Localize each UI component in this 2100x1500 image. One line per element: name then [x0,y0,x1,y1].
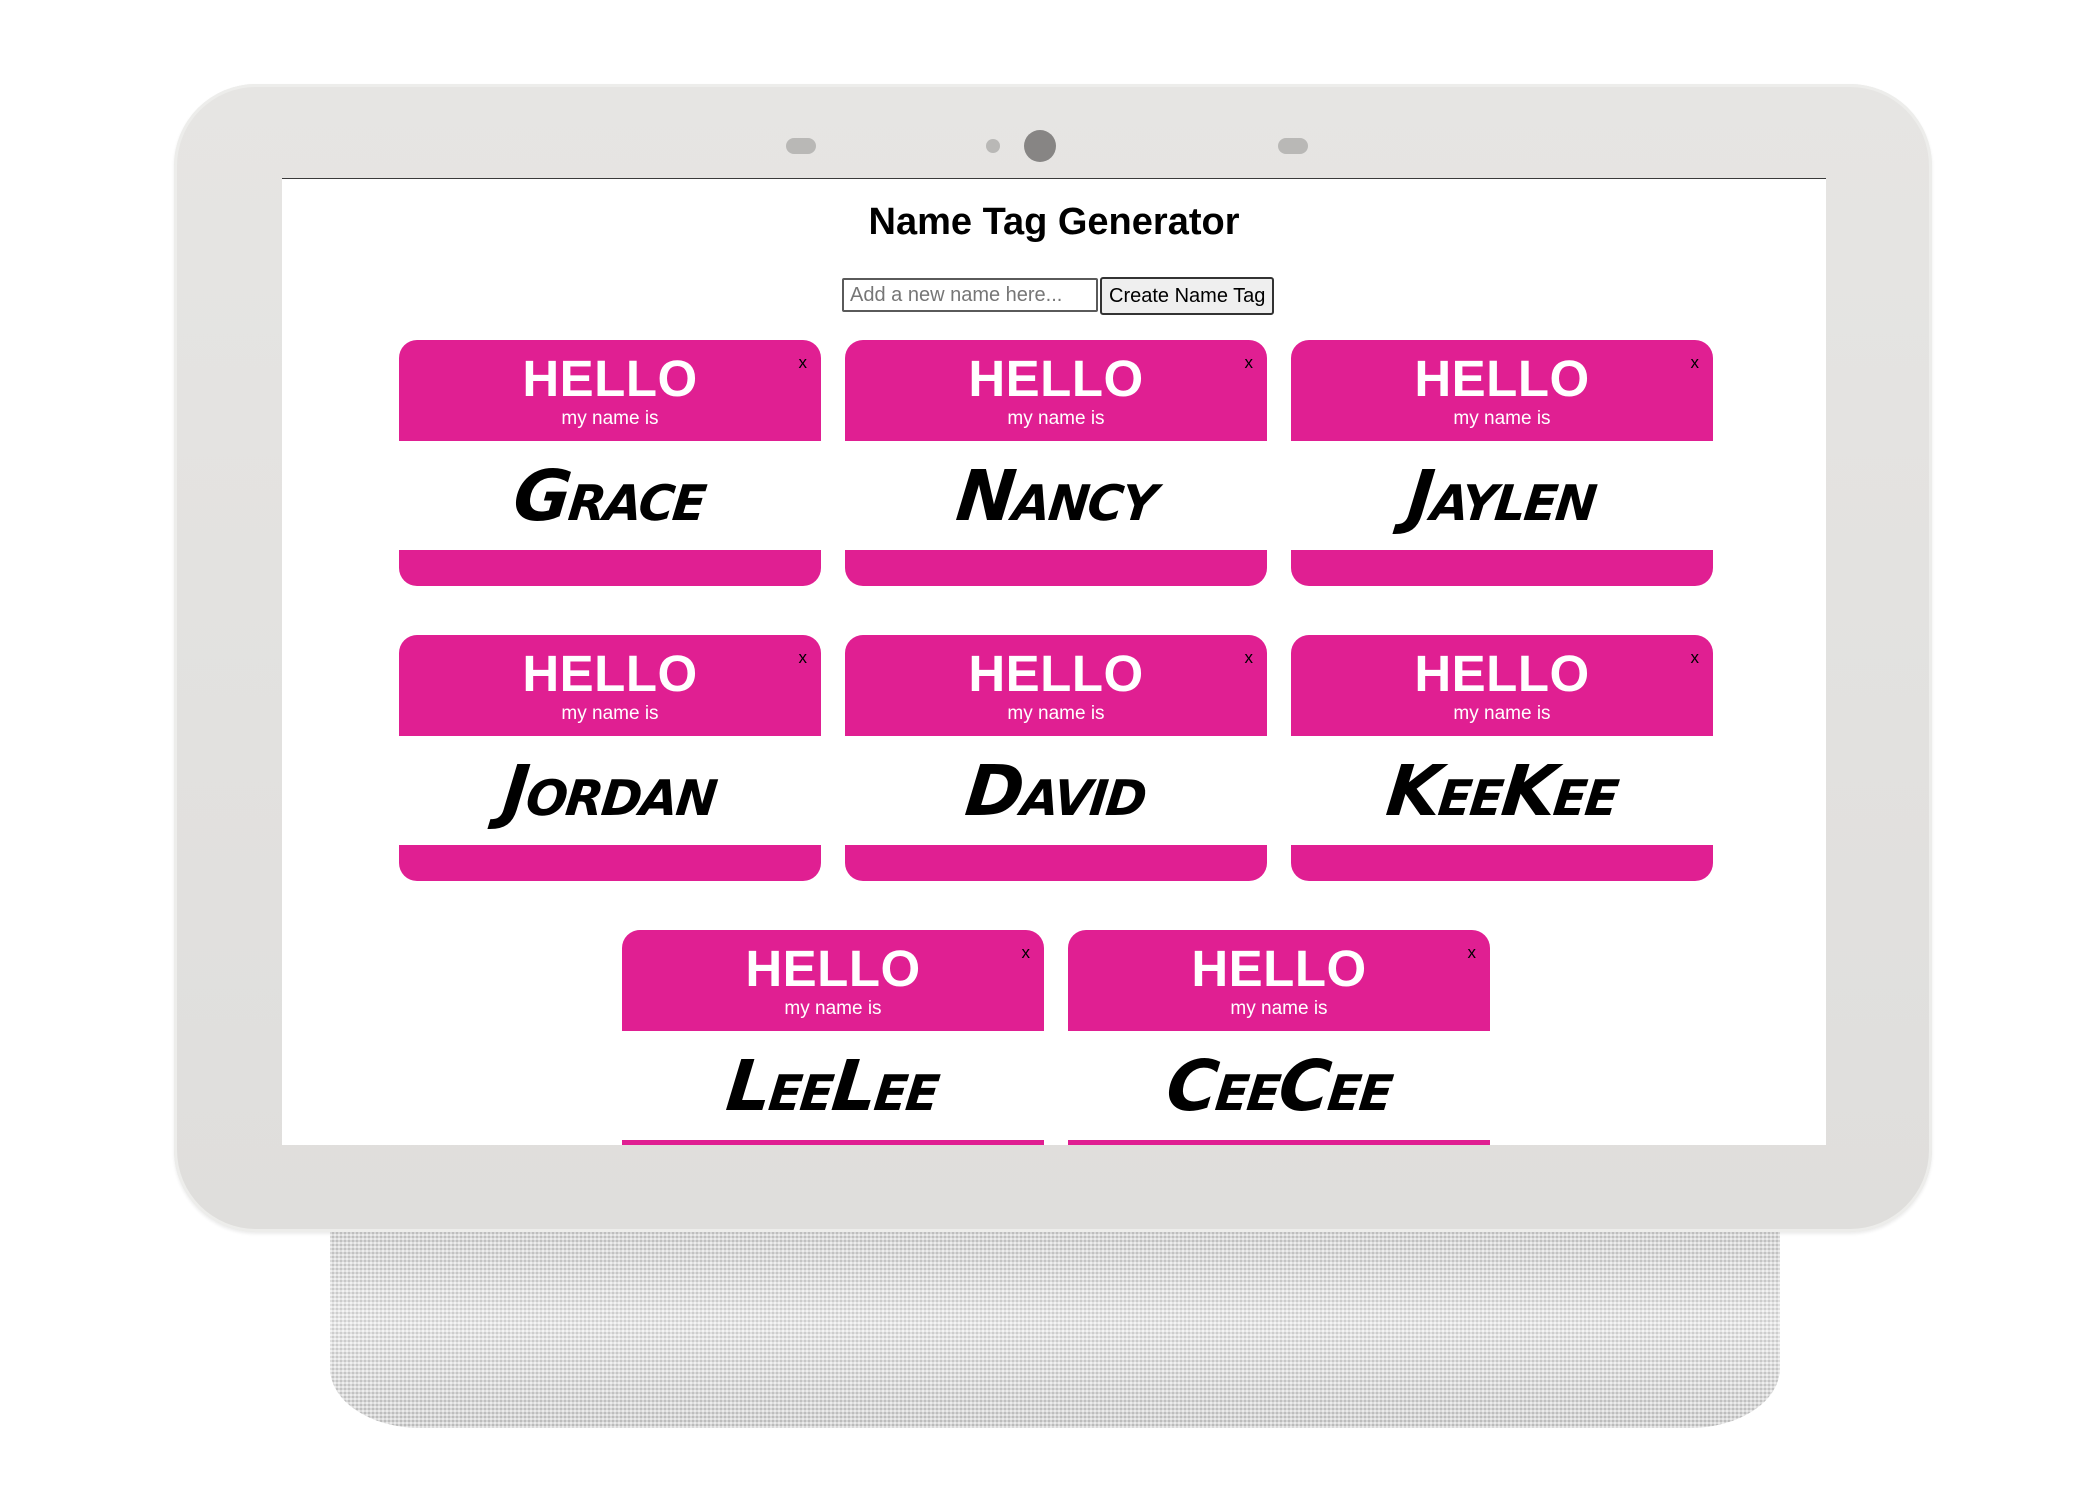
smart-display-speaker-base [330,1232,1780,1428]
name-tag: HELLO my name is x David [845,635,1267,881]
light-sensor [986,139,1000,153]
name-tag: HELLO my name is x Grace [399,340,821,586]
tag-greeting: HELLO [522,645,698,702]
tag-greeting: HELLO [1191,940,1367,997]
name-input[interactable] [842,278,1098,312]
tag-name-area: KeeKee [1291,736,1713,845]
tag-name-area: CeeCee [1068,1031,1490,1140]
tag-header: HELLO my name is [399,340,821,440]
tag-subtitle: my name is [1007,408,1105,429]
tag-subtitle: my name is [1007,703,1105,724]
tag-header: HELLO my name is [1291,340,1713,440]
tag-name: LeeLee [723,1044,943,1127]
tag-subtitle: my name is [784,998,882,1019]
tag-name: Grace [510,454,710,537]
tag-name: CeeCee [1162,1044,1396,1127]
tag-greeting: HELLO [522,350,698,407]
delete-tag-button[interactable]: x [1245,649,1254,667]
delete-tag-button[interactable]: x [1468,944,1477,962]
tag-greeting: HELLO [745,940,921,997]
tag-header: HELLO my name is [845,635,1267,735]
tag-name-area: Grace [399,441,821,550]
name-tag: HELLO my name is x CeeCee [1068,930,1490,1145]
name-tag: HELLO my name is x Jaylen [1291,340,1713,586]
tag-name: Nancy [952,454,1160,537]
delete-tag-button[interactable]: x [1691,354,1700,372]
tag-name-area: Nancy [845,441,1267,550]
tag-greeting: HELLO [1414,350,1590,407]
delete-tag-button[interactable]: x [799,354,808,372]
tag-name-area: Jordan [399,736,821,845]
tag-header: HELLO my name is [1291,635,1713,735]
tag-name: Jordan [499,749,721,832]
device-screen: Name Tag Generator Create Name Tag HELLO… [282,178,1826,1145]
name-tag: HELLO my name is x Nancy [845,340,1267,586]
tag-subtitle: my name is [1453,408,1551,429]
tag-header: HELLO my name is [845,340,1267,440]
tag-subtitle: my name is [561,408,659,429]
create-name-tag-button[interactable]: Create Name Tag [1100,277,1275,315]
tag-name-area: LeeLee [622,1031,1044,1140]
tag-name: Jaylen [1403,454,1601,537]
name-tag: HELLO my name is x KeeKee [1291,635,1713,881]
tag-subtitle: my name is [561,703,659,724]
tag-subtitle: my name is [1230,998,1328,1019]
tag-header: HELLO my name is [399,635,821,735]
name-tag: HELLO my name is x LeeLee [622,930,1044,1145]
tag-name: David [961,749,1151,832]
tag-header: HELLO my name is [1068,930,1490,1030]
tag-greeting: HELLO [968,645,1144,702]
delete-tag-button[interactable]: x [1691,649,1700,667]
tag-name: KeeKee [1382,749,1622,832]
camera-icon [1024,130,1056,162]
delete-tag-button[interactable]: x [1022,944,1031,962]
page-title: Name Tag Generator [868,201,1240,243]
ambient-sensor-left [786,138,816,154]
tag-greeting: HELLO [968,350,1144,407]
tag-greeting: HELLO [1414,645,1590,702]
tag-header: HELLO my name is [622,930,1044,1030]
name-tag: HELLO my name is x Jordan [399,635,821,881]
tag-name-area: David [845,736,1267,845]
tag-subtitle: my name is [1453,703,1551,724]
name-tag-form: Create Name Tag [842,277,1275,315]
delete-tag-button[interactable]: x [1245,354,1254,372]
ambient-sensor-right [1278,138,1308,154]
delete-tag-button[interactable]: x [799,649,808,667]
tag-name-area: Jaylen [1291,441,1713,550]
